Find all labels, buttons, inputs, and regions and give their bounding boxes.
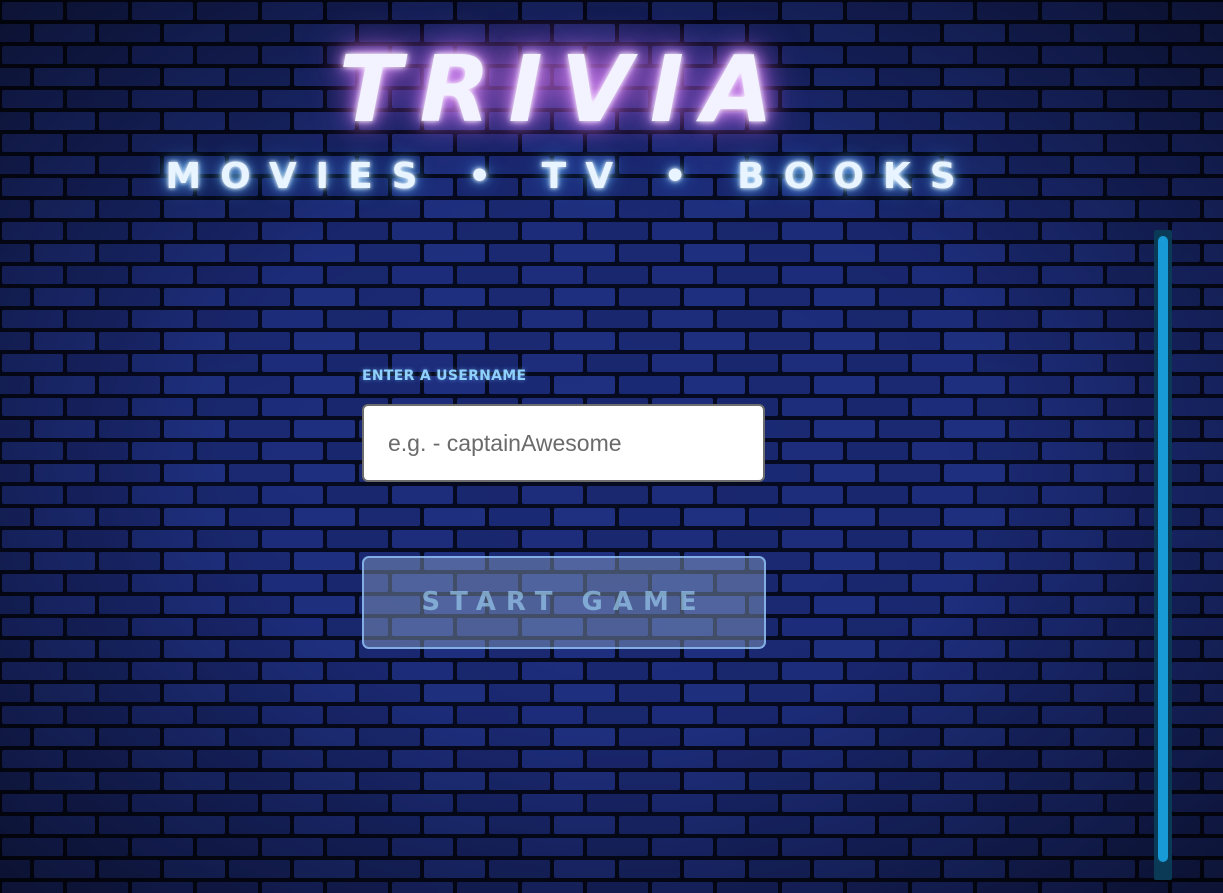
scrollbar-thumb[interactable] — [1158, 236, 1168, 862]
trivia-stage: TRIVIA MOVIES • TV • BOOKS ENTER A USERN… — [0, 0, 1223, 893]
app-subtitle: MOVIES • TV • BOOKS — [165, 156, 975, 197]
start-game-button[interactable]: START GAME — [362, 556, 766, 649]
username-label: ENTER A USERNAME — [362, 368, 527, 384]
scrollbar[interactable] — [1154, 230, 1172, 880]
username-form: ENTER A USERNAME START GAME — [362, 368, 766, 649]
username-input[interactable] — [362, 404, 765, 482]
app-title: TRIVIA — [338, 36, 792, 143]
